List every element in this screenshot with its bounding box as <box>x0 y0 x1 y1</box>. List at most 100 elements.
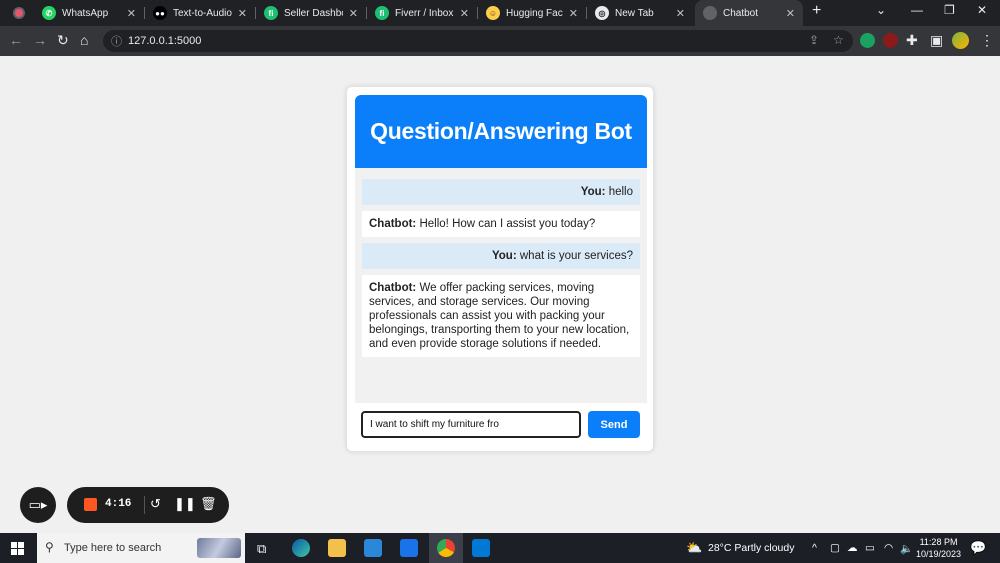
site-info-icon[interactable]: ⓘ <box>111 33 122 49</box>
file-explorer-icon[interactable] <box>328 539 346 557</box>
minimize-icon[interactable]: — <box>911 3 923 17</box>
home-icon[interactable]: ⌂ <box>80 32 88 48</box>
tab-seller-dashboard[interactable]: fi Seller Dashboa ✕ <box>256 0 366 26</box>
bot-message: Chatbot: Hello! How can I assist you tod… <box>362 211 640 237</box>
close-icon[interactable]: ✕ <box>786 7 795 20</box>
chat-title: Question/Answering Bot <box>370 118 632 144</box>
chat-input[interactable] <box>361 411 581 438</box>
search-icon: ⚲ <box>45 540 54 554</box>
message-text: what is your services? <box>519 250 633 262</box>
new-tab-icon[interactable]: + <box>812 2 821 20</box>
back-icon[interactable]: ← <box>9 32 23 48</box>
extension-grammarly-icon[interactable] <box>860 33 875 48</box>
chrome-icon[interactable] <box>437 539 455 557</box>
pause-icon[interactable]: ❚❚ <box>174 496 196 512</box>
tab-label: Fiverr / Inbox <box>395 7 454 19</box>
edge-icon[interactable] <box>292 539 310 557</box>
windows-start-icon[interactable] <box>11 542 24 555</box>
battery-icon[interactable]: ▭ <box>865 542 875 554</box>
tab-new-tab[interactable]: ◎ New Tab ✕ <box>587 0 693 26</box>
notifications-icon[interactable]: 💬 <box>970 540 986 556</box>
forward-icon[interactable]: → <box>33 32 47 48</box>
tab-chatbot[interactable]: Chatbot ✕ <box>695 0 803 26</box>
hugging-face-icon: ☺ <box>486 6 500 20</box>
browser-tab-strip: ✆ WhatsApp ✕ ●● Text-to-Audio ( ✕ fi Sel… <box>0 0 1000 26</box>
url-text: 127.0.0.1:5000 <box>128 35 202 47</box>
share-icon[interactable]: ⇪ <box>809 33 819 47</box>
close-icon[interactable]: ✕ <box>460 7 469 20</box>
message-text: hello <box>608 186 633 198</box>
video-camera-icon: ▭▸ <box>28 497 48 512</box>
windows-taskbar: ⚲ Type here to search ⧉ ⛅ 28°C Partly cl… <box>0 533 1000 563</box>
message-sender: Chatbot: <box>369 218 417 230</box>
weather-text[interactable]: 28°C Partly cloudy <box>708 542 795 554</box>
close-icon[interactable]: ✕ <box>238 7 247 20</box>
menu-kebab-icon[interactable]: ⋮ <box>980 32 994 49</box>
restore-icon[interactable]: ❐ <box>944 3 955 17</box>
mail-icon[interactable] <box>400 539 418 557</box>
address-bar[interactable]: ⓘ 127.0.0.1:5000 ⇪ ☆ <box>103 30 853 52</box>
extensions-puzzle-icon[interactable]: ✚ <box>906 32 918 49</box>
meet-now-icon[interactable]: ▢ <box>830 542 840 554</box>
close-icon[interactable]: ✕ <box>569 7 578 20</box>
chrome-icon: ◎ <box>595 6 609 20</box>
bot-message: Chatbot: We offer packing services, movi… <box>362 275 640 357</box>
recorder-divider <box>144 496 145 514</box>
taskbar-clock[interactable]: 11:28 PM 10/19/2023 <box>916 536 961 560</box>
tab-label: Seller Dashboa <box>284 7 343 19</box>
tab-label: Text-to-Audio ( <box>173 7 232 19</box>
user-message: You: what is your services? <box>362 243 640 269</box>
window-close-icon[interactable]: ✕ <box>977 3 987 17</box>
restart-icon[interactable]: ↺ <box>150 496 161 512</box>
whatsapp-icon: ✆ <box>42 6 56 20</box>
trash-icon[interactable]: 🗑 <box>200 496 217 512</box>
side-panel-icon[interactable]: ▣ <box>930 32 943 49</box>
message-sender: You: <box>580 186 606 198</box>
send-button[interactable]: Send <box>588 411 640 438</box>
fiverr-icon: fi <box>264 6 278 20</box>
recording-indicator-icon <box>13 7 25 19</box>
message-sender: Chatbot: <box>369 282 417 294</box>
tab-text-to-audio[interactable]: ●● Text-to-Audio ( ✕ <box>145 0 255 26</box>
fiverr-icon: fi <box>375 6 389 20</box>
tab-fiverr-inbox[interactable]: fi Fiverr / Inbox ✕ <box>367 0 477 26</box>
onedrive-cloud-icon[interactable]: ☁ <box>847 542 858 554</box>
message-text: Hello! How can I assist you today? <box>419 218 596 230</box>
bookmark-star-icon[interactable]: ☆ <box>833 33 844 47</box>
search-highlight-image <box>197 538 241 558</box>
tray-chevron-up-icon[interactable]: ^ <box>812 542 817 554</box>
medium-icon: ●● <box>153 6 167 20</box>
clock-date: 10/19/2023 <box>916 549 962 559</box>
user-message: You: hello <box>362 179 640 205</box>
tab-label: Hugging Face <box>506 7 563 19</box>
taskbar-search-placeholder: Type here to search <box>64 542 162 554</box>
camera-toggle-button[interactable]: ▭▸ <box>20 487 56 523</box>
taskbar-search-box[interactable]: ⚲ Type here to search <box>37 533 245 563</box>
wifi-icon[interactable]: ◠ <box>884 542 893 554</box>
chat-messages-area[interactable]: You: hello Chatbot: Hello! How can I ass… <box>355 168 647 403</box>
clock-time: 11:28 PM <box>919 537 958 547</box>
volume-icon[interactable]: 🔈 <box>900 542 913 555</box>
reload-icon[interactable]: ↻ <box>57 32 69 49</box>
task-view-icon[interactable]: ⧉ <box>257 541 266 557</box>
weather-icon: ⛅ <box>686 540 703 555</box>
microsoft-store-icon[interactable] <box>364 539 382 557</box>
close-icon[interactable]: ✕ <box>127 7 136 20</box>
vscode-icon[interactable] <box>472 539 490 557</box>
stop-recording-icon[interactable] <box>84 498 97 511</box>
close-icon[interactable]: ✕ <box>676 7 685 20</box>
tab-label: Chatbot <box>723 7 759 19</box>
profile-avatar[interactable] <box>952 32 969 49</box>
message-sender: You: <box>491 250 517 262</box>
chat-header: Question/Answering Bot <box>355 95 647 168</box>
recording-timer: 4:16 <box>105 498 132 510</box>
extension-ublock-icon[interactable] <box>883 33 898 48</box>
close-icon[interactable]: ✕ <box>349 7 358 20</box>
tab-label: WhatsApp <box>62 7 109 19</box>
tab-whatsapp[interactable]: ✆ WhatsApp ✕ <box>34 0 144 26</box>
chatbot-card: Question/Answering Bot You: hello Chatbo… <box>346 86 654 452</box>
recording-controls: 4:16 ↺ ❚❚ 🗑 <box>67 487 229 523</box>
tab-hugging-face[interactable]: ☺ Hugging Face ✕ <box>478 0 586 26</box>
tab-search-chevron-icon[interactable]: ⌄ <box>876 3 886 17</box>
tab-label: New Tab <box>615 7 654 19</box>
